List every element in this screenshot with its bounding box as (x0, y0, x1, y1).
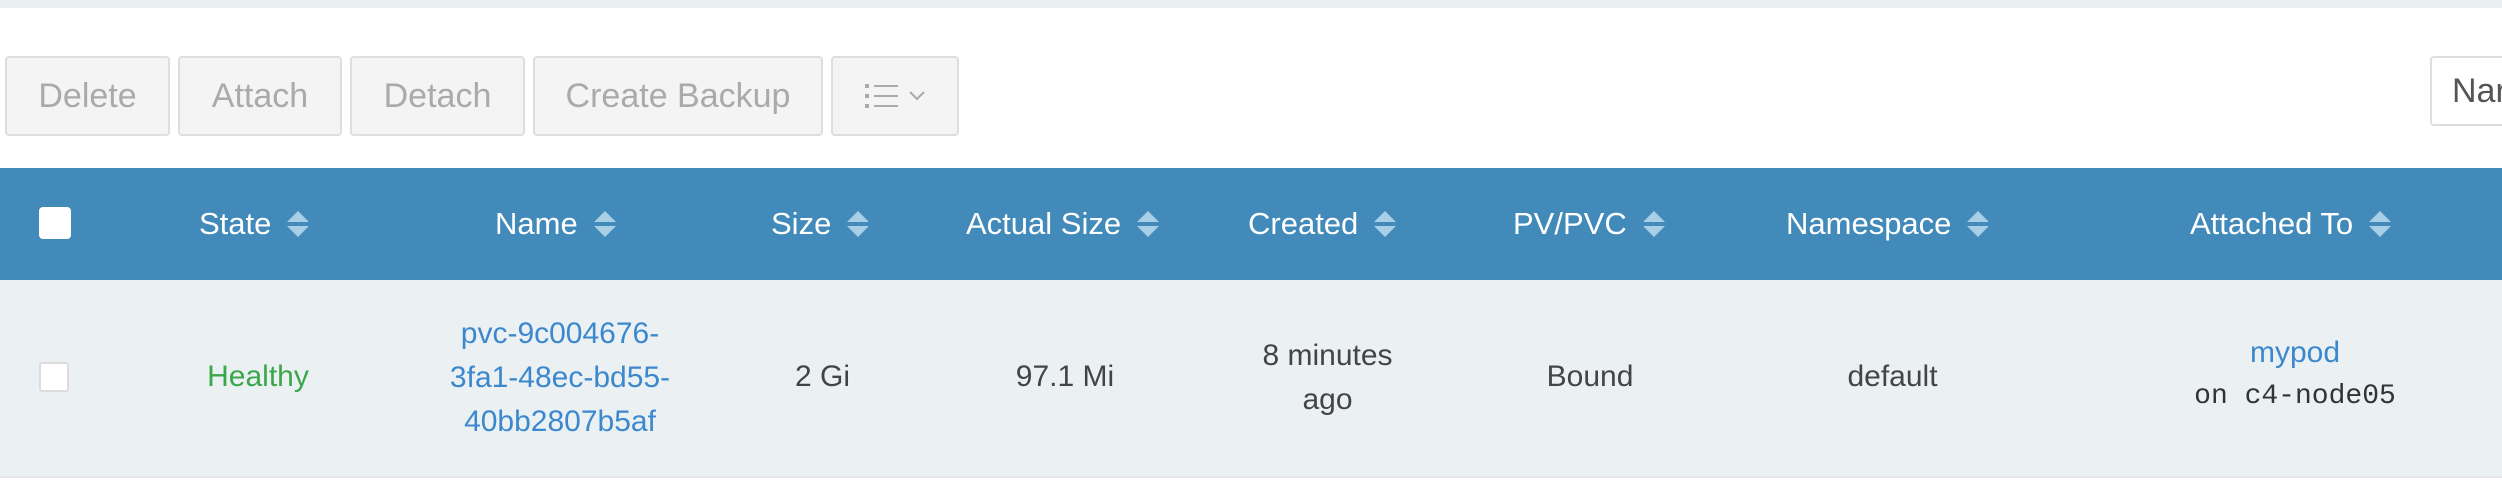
column-header-size[interactable]: Size (771, 168, 870, 280)
attached-to-cell: mypod on c4-node05 (2170, 331, 2420, 419)
column-header-actual-size[interactable]: Actual Size (966, 168, 1160, 280)
column-header-pv-pvc[interactable]: PV/PVC (1513, 168, 1665, 280)
volume-name-line: 3fa1-48ec-bd55- (449, 361, 671, 394)
more-actions-button[interactable] (831, 56, 959, 136)
sort-icon[interactable] (1137, 211, 1160, 237)
column-label: Name (495, 206, 578, 241)
state-cell: Healthy (207, 360, 309, 393)
delete-button[interactable]: Delete (5, 56, 170, 136)
list-icon (865, 84, 898, 108)
namespace-cell: default (1847, 360, 1938, 393)
column-header-namespace[interactable]: Namespace (1786, 168, 1990, 280)
search-input[interactable]: Nar (2430, 56, 2502, 126)
attach-button[interactable]: Attach (178, 56, 342, 136)
created-line: 8 minutes (1262, 339, 1393, 372)
column-header-state[interactable]: State (199, 168, 310, 280)
attached-pod-link[interactable]: mypod (2170, 331, 2420, 375)
actual-size-cell: 97.1 Mi (1015, 360, 1115, 393)
volume-name-line: 40bb2807b5af (464, 405, 656, 438)
sort-icon[interactable] (1967, 211, 1990, 237)
created-cell: 8 minutes ago (1230, 334, 1425, 422)
sort-icon[interactable] (593, 211, 616, 237)
pv-pvc-cell: Bound (1546, 360, 1634, 393)
detach-button[interactable]: Detach (350, 56, 525, 136)
volume-name-line: pvc-9c004676- (460, 317, 660, 350)
top-border-strip (0, 0, 2502, 8)
column-label: Created (1248, 206, 1359, 241)
sort-icon[interactable] (287, 211, 310, 237)
column-label: Actual Size (966, 206, 1122, 241)
volume-toolbar: Delete Attach Detach Create Backup (5, 56, 967, 136)
column-header-name[interactable]: Name (495, 168, 616, 280)
sort-icon[interactable] (847, 211, 870, 237)
column-label: Attached To (2190, 206, 2354, 241)
column-label: Namespace (1786, 206, 1952, 241)
volume-name-link[interactable]: pvc-9c004676- 3fa1-48ec-bd55- 40bb2807b5… (420, 312, 700, 444)
chevron-down-icon (909, 91, 925, 101)
sort-icon[interactable] (1374, 211, 1397, 237)
column-label: PV/PVC (1513, 206, 1627, 241)
row-checkbox[interactable] (39, 362, 69, 392)
column-label: State (199, 206, 272, 241)
column-label: Size (771, 206, 832, 241)
size-cell: 2 Gi (794, 360, 851, 393)
column-header-attached-to[interactable]: Attached To (2190, 168, 2392, 280)
select-all-checkbox[interactable] (39, 207, 71, 239)
column-header-created[interactable]: Created (1248, 168, 1397, 280)
attached-node-text: on c4-node05 (2194, 381, 2396, 412)
sort-icon[interactable] (2369, 211, 2392, 237)
sort-icon[interactable] (1642, 211, 1665, 237)
created-line: ago (1302, 383, 1353, 416)
table-header: State Name Size Actual Size Created PV/P… (0, 168, 2502, 280)
create-backup-button[interactable]: Create Backup (533, 56, 823, 136)
